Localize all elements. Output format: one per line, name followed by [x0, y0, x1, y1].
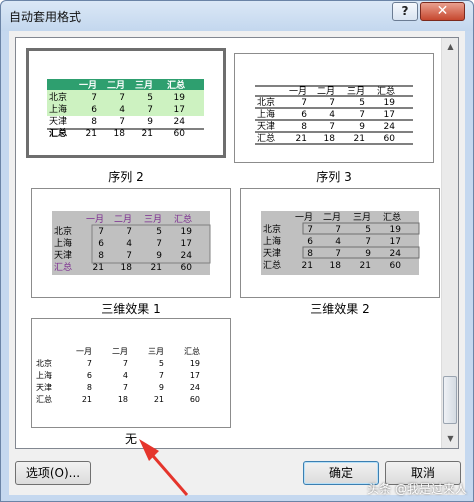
- annotation-arrow: [139, 439, 189, 496]
- autoformat-dialog: 自动套用格式 ? ✕ 一月 二月 三月 汇总 北京 7 7 5 19 上海 6 4 7 17 天津 8 7 9 24…: [0, 0, 474, 502]
- watermark: 头条 @我是过来人: [367, 482, 467, 496]
